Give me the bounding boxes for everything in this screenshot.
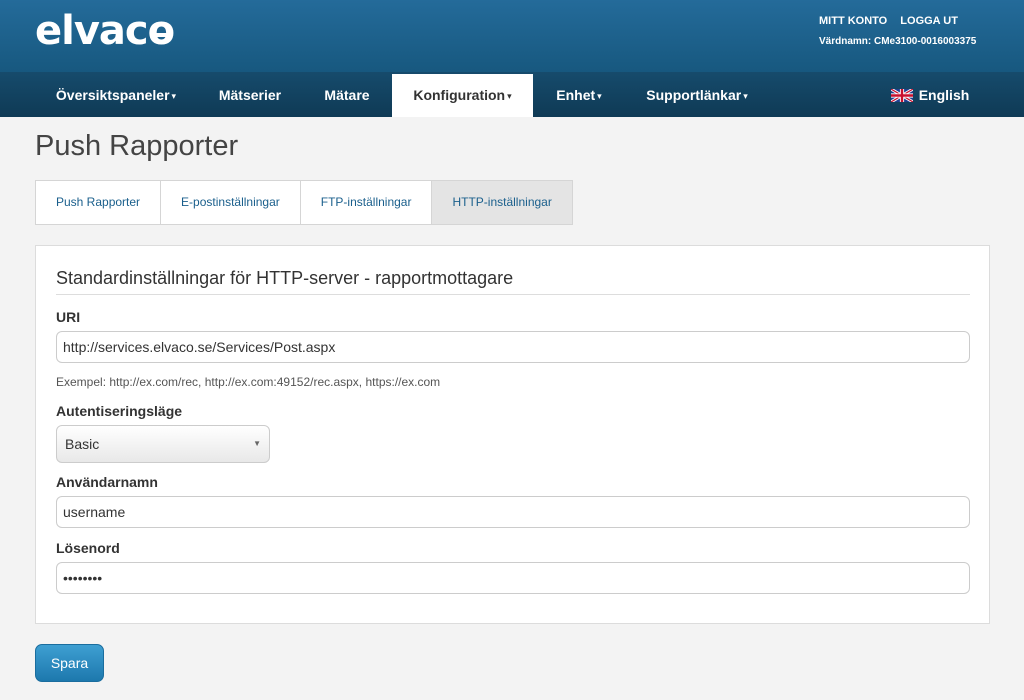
caret-down-icon: ▾ — [743, 91, 748, 101]
elvaco-logo[interactable]: elvaco — [35, 8, 175, 54]
tab-epost-installningar[interactable]: E-postinställningar — [161, 181, 301, 224]
nav-label: Konfiguration — [413, 87, 506, 103]
language-selector[interactable]: English — [880, 72, 980, 117]
auth-mode-label: Autentiseringsläge — [56, 403, 183, 419]
nav-item-oversiktspaneler[interactable]: Översiktspaneler ▾ — [40, 72, 192, 117]
password-input[interactable] — [56, 562, 970, 594]
caret-down-icon: ▾ — [597, 91, 602, 101]
main-nav: Översiktspaneler ▾ Mätserier Mätare Konfi… — [0, 72, 1024, 117]
section-title: Standardinställningar för HTTP-server - … — [56, 268, 514, 288]
section-divider — [56, 294, 970, 295]
nav-item-matare[interactable]: Mätare — [305, 72, 389, 117]
my-account-link[interactable]: MITT KONTO — [819, 15, 887, 27]
dropdown-arrow-icon: ▼ — [253, 439, 261, 448]
username-input[interactable] — [56, 496, 970, 528]
uri-label: URI — [56, 309, 81, 325]
uri-help-text: Exempel: http://ex.com/rec, http://ex.co… — [56, 375, 441, 389]
hostname-text: Värdnamn: CMe3100-0016003375 — [819, 36, 977, 47]
nav-label: Supportlänkar — [646, 87, 742, 103]
caret-down-icon: ▾ — [507, 91, 512, 101]
language-label: English — [918, 87, 970, 103]
nav-label: Översiktspaneler — [55, 87, 170, 103]
sub-tabs: Push Rapporter E-postinställningar FTP-i… — [35, 180, 573, 225]
auth-mode-value: Basic — [65, 436, 100, 452]
save-button[interactable]: Spara — [35, 644, 104, 682]
uri-input[interactable] — [56, 331, 970, 363]
tab-http-installningar[interactable]: HTTP-inställningar — [432, 181, 572, 224]
nav-label: Enhet — [556, 87, 596, 103]
account-links: MITT KONTO LOGGA UT — [819, 15, 968, 27]
username-label: Användarnamn — [56, 474, 158, 490]
caret-down-icon: ▾ — [171, 91, 177, 101]
logout-link[interactable]: LOGGA UT — [900, 15, 958, 27]
uk-flag-icon — [890, 89, 913, 102]
tab-push-rapporter[interactable]: Push Rapporter — [36, 181, 162, 224]
nav-label: Mätserier — [218, 87, 282, 103]
password-label: Lösenord — [56, 540, 120, 556]
nav-item-supportlankar[interactable]: Supportlänkar ▾ — [630, 72, 764, 117]
tab-ftp-installningar[interactable]: FTP-inställningar — [301, 181, 433, 224]
nav-item-enhet[interactable]: Enhet ▾ — [540, 72, 618, 117]
nav-label: Mätare — [324, 87, 370, 103]
nav-item-konfiguration[interactable]: Konfiguration ▾ — [392, 74, 533, 117]
nav-item-matserier[interactable]: Mätserier — [200, 72, 300, 117]
auth-mode-select[interactable]: Basic ▼ — [56, 425, 270, 463]
page-title: Push Rapporter — [35, 130, 239, 162]
logo-dash-mark — [150, 33, 170, 37]
http-settings-panel: Standardinställningar för HTTP-server - … — [35, 245, 990, 624]
top-header: elvaco MITT KONTO LOGGA UT Värdnamn: CMe… — [0, 0, 1024, 72]
